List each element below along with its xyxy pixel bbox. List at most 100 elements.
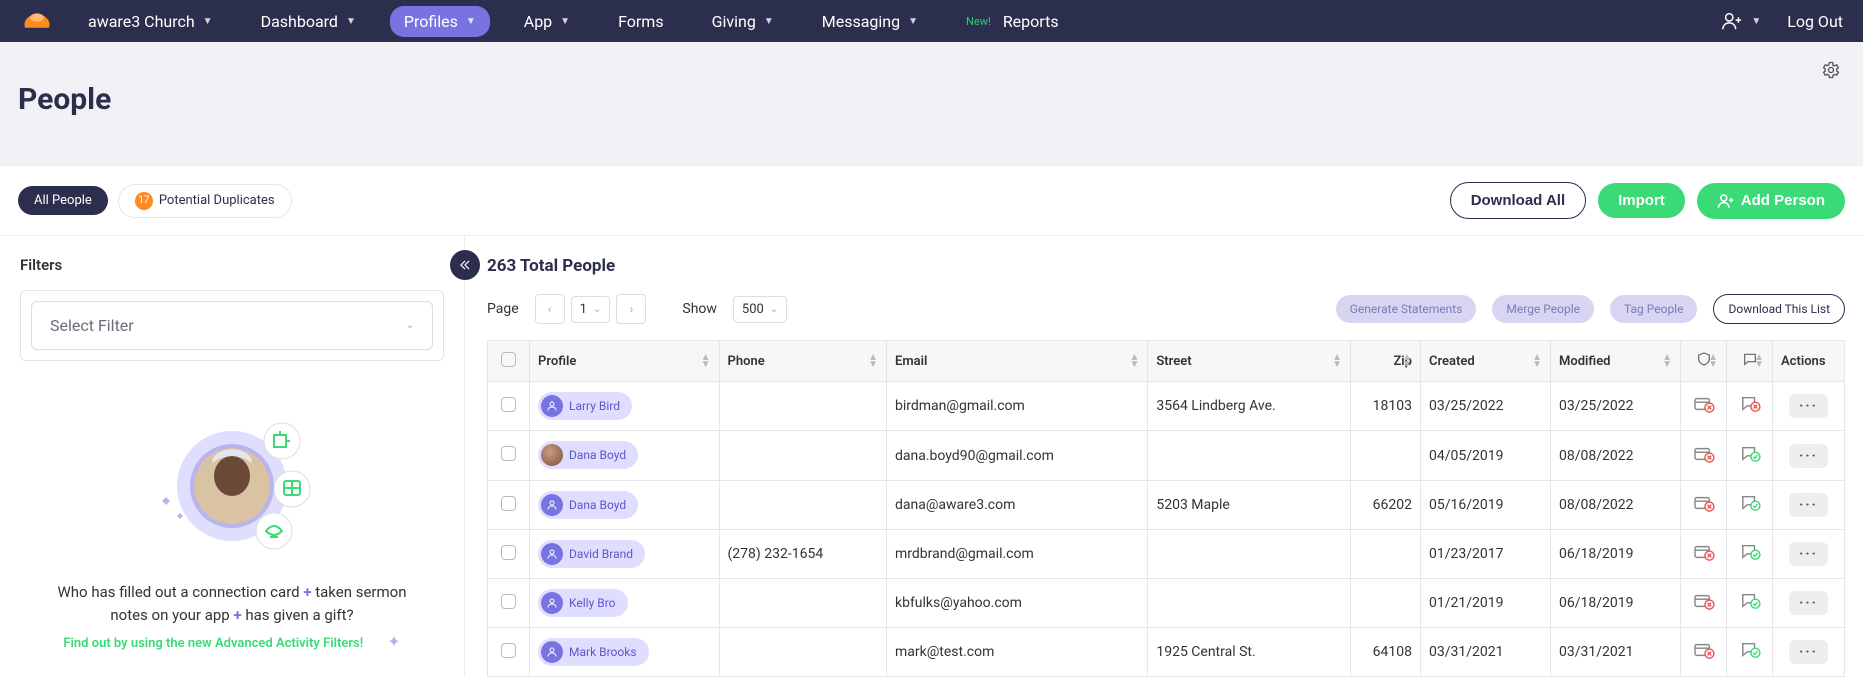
row-checkbox[interactable] bbox=[501, 545, 516, 560]
cell-street: 5203 Maple bbox=[1148, 481, 1351, 530]
cell-email: dana.boyd90@gmail.com bbox=[886, 431, 1147, 481]
promo-cta-link[interactable]: Find out by using the new Advanced Activ… bbox=[63, 636, 363, 651]
row-actions-button[interactable]: ··· bbox=[1789, 640, 1828, 664]
table-toolbar: Page ‹ 1⌄ › Show 500⌄ Generate Statement… bbox=[465, 294, 1845, 324]
cell-comm-status bbox=[1727, 382, 1773, 431]
logout-link[interactable]: Log Out bbox=[1787, 12, 1843, 31]
profile-chip[interactable]: Dana Boyd bbox=[538, 491, 638, 519]
promo-illustration bbox=[142, 401, 322, 561]
cell-zip bbox=[1351, 530, 1421, 579]
chevron-down-icon: ⌄ bbox=[406, 320, 414, 331]
page-prev-button[interactable]: ‹ bbox=[535, 294, 565, 324]
avatar bbox=[541, 395, 563, 417]
col-phone[interactable]: Phone▲▼ bbox=[719, 341, 886, 382]
chevron-down-icon: ▼ bbox=[346, 16, 356, 27]
profile-name: Larry Bird bbox=[569, 399, 620, 413]
cell-phone bbox=[719, 431, 886, 481]
col-street[interactable]: Street▲▼ bbox=[1148, 341, 1351, 382]
cell-comm-status bbox=[1727, 628, 1773, 677]
generate-statements-button[interactable]: Generate Statements bbox=[1336, 295, 1477, 323]
row-actions-button[interactable]: ··· bbox=[1789, 493, 1828, 517]
cell-email: mark@test.com bbox=[886, 628, 1147, 677]
cell-giving-status bbox=[1681, 579, 1727, 628]
profile-chip[interactable]: Larry Bird bbox=[538, 392, 632, 420]
col-giving[interactable]: ▲▼ bbox=[1681, 341, 1727, 382]
download-list-button[interactable]: Download This List bbox=[1713, 294, 1845, 324]
tab-all-people[interactable]: All People bbox=[18, 186, 108, 215]
row-checkbox[interactable] bbox=[501, 397, 516, 412]
cell-giving-status bbox=[1681, 628, 1727, 677]
import-button[interactable]: Import bbox=[1598, 183, 1685, 218]
chevron-down-icon: ▼ bbox=[560, 16, 570, 27]
chevron-down-icon: ▼ bbox=[764, 16, 774, 27]
cell-created: 01/21/2019 bbox=[1421, 579, 1551, 628]
avatar bbox=[541, 494, 563, 516]
tab-action-bar: All People 17 Potential Duplicates Downl… bbox=[0, 166, 1863, 236]
filters-heading: Filters bbox=[20, 256, 444, 274]
user-plus-icon bbox=[1717, 192, 1735, 210]
nav-app[interactable]: App▼ bbox=[510, 6, 584, 37]
profile-name: Kelly Bro bbox=[569, 596, 616, 610]
top-nav: aware3 Church▼ Dashboard▼ Profiles▼ App▼… bbox=[0, 0, 1863, 42]
col-profile[interactable]: Profile▲▼ bbox=[530, 341, 720, 382]
row-actions-button[interactable]: ··· bbox=[1789, 394, 1828, 418]
row-checkbox[interactable] bbox=[501, 643, 516, 658]
promo-block: Who has filled out a connection card + t… bbox=[20, 401, 444, 651]
row-checkbox[interactable] bbox=[501, 446, 516, 461]
page-select[interactable]: 1⌄ bbox=[571, 296, 611, 323]
nav-org-switcher[interactable]: aware3 Church▼ bbox=[74, 6, 227, 37]
people-table: Profile▲▼ Phone▲▼ Email▲▼ Street▲▼ Zip▲▼… bbox=[487, 340, 1845, 677]
row-checkbox[interactable] bbox=[501, 496, 516, 511]
cell-created: 03/25/2022 bbox=[1421, 382, 1551, 431]
cell-giving-status bbox=[1681, 431, 1727, 481]
settings-button[interactable] bbox=[1821, 60, 1841, 84]
profile-name: Dana Boyd bbox=[569, 448, 626, 462]
col-zip[interactable]: Zip▲▼ bbox=[1351, 341, 1421, 382]
profile-chip[interactable]: Mark Brooks bbox=[538, 638, 649, 666]
duplicate-count-badge: 17 bbox=[135, 192, 153, 210]
collapse-sidebar-button[interactable] bbox=[450, 250, 480, 280]
cell-email: birdman@gmail.com bbox=[886, 382, 1147, 431]
merge-people-button[interactable]: Merge People bbox=[1492, 295, 1594, 323]
table-row: Mark Brooks mark@test.com 1925 Central S… bbox=[488, 628, 1845, 677]
cell-comm-status bbox=[1727, 579, 1773, 628]
cell-zip: 64108 bbox=[1351, 628, 1421, 677]
chevron-down-icon: ▼ bbox=[1751, 16, 1761, 27]
col-email[interactable]: Email▲▼ bbox=[886, 341, 1147, 382]
col-modified[interactable]: Modified▲▼ bbox=[1551, 341, 1681, 382]
table-row: Dana Boyd dana.boyd90@gmail.com 04/05/20… bbox=[488, 431, 1845, 481]
account-menu[interactable]: ▼ bbox=[1721, 10, 1761, 32]
nav-reports[interactable]: New!Reports bbox=[952, 6, 1073, 37]
filter-select[interactable]: Select Filter ⌄ bbox=[31, 301, 433, 350]
col-created[interactable]: Created▲▼ bbox=[1421, 341, 1551, 382]
row-actions-button[interactable]: ··· bbox=[1789, 444, 1828, 468]
nav-messaging[interactable]: Messaging▼ bbox=[808, 6, 932, 37]
row-checkbox[interactable] bbox=[501, 594, 516, 609]
cell-zip: 18103 bbox=[1351, 382, 1421, 431]
profile-chip[interactable]: Kelly Bro bbox=[538, 589, 628, 617]
tab-potential-duplicates[interactable]: 17 Potential Duplicates bbox=[118, 184, 292, 218]
page-next-button[interactable]: › bbox=[616, 294, 646, 324]
avatar bbox=[541, 444, 563, 466]
show-select[interactable]: 500⌄ bbox=[733, 296, 787, 323]
nav-giving[interactable]: Giving▼ bbox=[698, 6, 788, 37]
tag-people-button[interactable]: Tag People bbox=[1610, 295, 1697, 323]
add-person-button[interactable]: Add Person bbox=[1697, 183, 1845, 219]
cell-modified: 08/08/2022 bbox=[1551, 431, 1681, 481]
download-all-button[interactable]: Download All bbox=[1450, 182, 1586, 219]
select-all-checkbox[interactable] bbox=[501, 352, 516, 367]
table-row: Kelly Bro kbfulks@yahoo.com 01/21/2019 0… bbox=[488, 579, 1845, 628]
profile-chip[interactable]: David Brand bbox=[538, 540, 645, 568]
nav-profiles[interactable]: Profiles▼ bbox=[390, 6, 490, 37]
row-actions-button[interactable]: ··· bbox=[1789, 542, 1828, 566]
nav-forms[interactable]: Forms bbox=[604, 6, 678, 37]
cell-phone bbox=[719, 481, 886, 530]
nav-dashboard[interactable]: Dashboard▼ bbox=[247, 6, 370, 37]
cell-zip bbox=[1351, 431, 1421, 481]
row-actions-button[interactable]: ··· bbox=[1789, 591, 1828, 615]
duplicate-label: Potential Duplicates bbox=[159, 193, 275, 208]
col-comm[interactable]: ▲▼ bbox=[1727, 341, 1773, 382]
sparkle-icon: ✦ bbox=[387, 632, 400, 651]
profile-chip[interactable]: Dana Boyd bbox=[538, 441, 638, 469]
cell-street bbox=[1148, 530, 1351, 579]
